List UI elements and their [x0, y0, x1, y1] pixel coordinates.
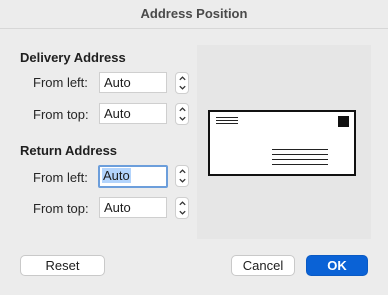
envelope-preview — [208, 110, 356, 176]
delivery-address-heading: Delivery Address — [20, 50, 126, 65]
chevron-down-icon[interactable] — [178, 83, 187, 92]
address-position-dialog: Address Position Delivery Address From l… — [0, 0, 388, 295]
cancel-button[interactable]: Cancel — [231, 255, 295, 276]
return-from-left-stepper[interactable] — [175, 165, 189, 187]
return-from-left-label: From left: — [33, 170, 88, 185]
return-from-top-label: From top: — [33, 201, 89, 216]
stamp-icon — [338, 116, 349, 127]
chevron-up-icon[interactable] — [178, 167, 187, 176]
chevron-down-icon[interactable] — [178, 114, 187, 123]
delivery-from-left-label: From left: — [33, 75, 88, 90]
chevron-up-icon[interactable] — [178, 105, 187, 114]
reset-button[interactable]: Reset — [20, 255, 105, 276]
return-address-heading: Return Address — [20, 143, 118, 158]
chevron-up-icon[interactable] — [178, 199, 187, 208]
delivery-from-top-field[interactable]: Auto — [99, 103, 167, 124]
dialog-title: Address Position — [140, 6, 248, 21]
return-from-top-stepper[interactable] — [175, 197, 189, 219]
delivery-from-top-stepper[interactable] — [175, 103, 189, 125]
chevron-down-icon[interactable] — [178, 176, 187, 185]
return-from-top-field[interactable]: Auto — [99, 197, 167, 218]
delivery-from-left-stepper[interactable] — [175, 72, 189, 94]
envelope-preview-panel — [197, 45, 371, 239]
delivery-address-lines — [272, 145, 328, 165]
delivery-from-top-label: From top: — [33, 107, 89, 122]
chevron-up-icon[interactable] — [178, 74, 187, 83]
return-from-left-field[interactable]: Auto — [98, 165, 168, 188]
chevron-down-icon[interactable] — [178, 208, 187, 217]
return-address-lines — [216, 115, 238, 124]
delivery-from-left-field[interactable]: Auto — [99, 72, 167, 93]
ok-button[interactable]: OK — [306, 255, 368, 276]
title-divider — [0, 28, 388, 29]
selected-text: Auto — [102, 168, 131, 183]
